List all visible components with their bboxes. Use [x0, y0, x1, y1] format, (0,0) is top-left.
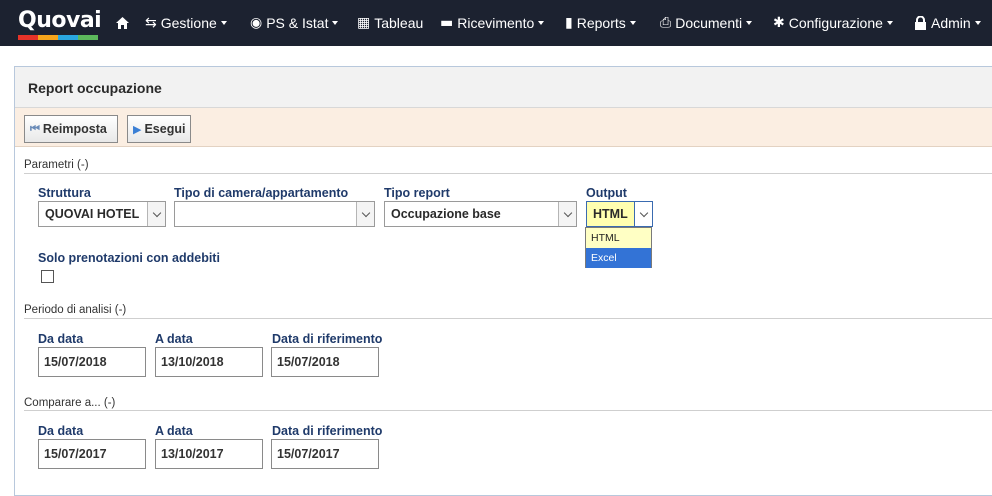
print-icon: ⎙ — [660, 15, 672, 31]
step-backward-icon: ⏮ — [30, 122, 40, 135]
output-select[interactable]: HTML — [586, 201, 653, 227]
a-data-input[interactable]: 13/10/2018 — [155, 347, 263, 377]
nav-reports-label: Reports — [576, 15, 626, 31]
eye-icon: ◉ — [250, 15, 263, 31]
caret-down-icon — [886, 21, 893, 25]
divider — [24, 173, 992, 174]
caret-down-icon — [220, 21, 227, 25]
briefcase-icon: ▬ — [440, 15, 454, 31]
chevron-down-icon — [147, 202, 165, 226]
divider — [24, 410, 992, 411]
nav-tableau[interactable]: ▦ Tableau — [357, 0, 423, 46]
nav-documenti-label: Documenti — [675, 15, 743, 31]
nav-ps-istat[interactable]: ◉ PS & Istat — [250, 0, 339, 46]
logo-bar-blue — [58, 35, 78, 40]
tipo-camera-select[interactable] — [174, 201, 375, 227]
home-button[interactable] — [115, 0, 130, 46]
chevron-down-icon — [558, 202, 576, 226]
panel-header: Report occupazione — [15, 67, 992, 108]
comp-da-data-label: Da data — [38, 424, 84, 438]
caret-down-icon — [746, 21, 753, 25]
nav-reports[interactable]: ▮ Reports — [565, 0, 636, 46]
logo-bar-orange — [38, 35, 58, 40]
bar-chart-icon: ▮ — [565, 15, 573, 31]
section-comparare[interactable]: Comparare a... (-) — [24, 397, 115, 409]
comp-da-data-input[interactable]: 15/07/2017 — [38, 439, 146, 469]
top-navbar: Quovai ⇆ Gestione ◉ PS & Istat ▦ Tableau ▬ R… — [0, 0, 992, 46]
caret-down-icon — [538, 21, 545, 25]
tipo-camera-label: Tipo di camera/appartamento — [174, 186, 349, 200]
nav-gestione-label: Gestione — [160, 15, 217, 31]
logo-text: Quovai — [18, 8, 102, 33]
comp-a-data-input[interactable]: 13/10/2017 — [155, 439, 263, 469]
nav-ps-istat-label: PS & Istat — [266, 15, 329, 31]
section-parametri[interactable]: Parametri (-) — [24, 159, 89, 171]
lock-icon — [915, 16, 926, 30]
da-data-label: Da data — [38, 332, 84, 346]
reset-button-label: Reimposta — [42, 122, 107, 136]
chevron-down-icon — [634, 202, 652, 226]
calendar-icon: ▦ — [357, 15, 371, 31]
nav-configurazione[interactable]: ✱ Configurazione — [773, 0, 893, 46]
data-riferimento-label: Data di riferimento — [272, 332, 383, 346]
struttura-select[interactable]: QUOVAI HOTEL — [38, 201, 166, 227]
struttura-value: QUOVAI HOTEL — [45, 207, 140, 221]
tipo-report-value: Occupazione base — [391, 207, 501, 221]
home-icon — [116, 17, 129, 29]
nav-ricevimento-label: Ricevimento — [457, 15, 535, 31]
toolbar: ⏮ Reimposta ▶ Esegui — [15, 108, 992, 147]
retweet-icon: ⇆ — [145, 15, 157, 31]
struttura-label: Struttura — [38, 186, 91, 200]
divider — [24, 318, 992, 319]
nav-tableau-label: Tableau — [374, 15, 424, 31]
output-dropdown-list: HTML Excel — [585, 227, 652, 268]
solo-prenotazioni-label: Solo prenotazioni con addebiti — [38, 251, 220, 265]
nav-gestione[interactable]: ⇆ Gestione — [145, 0, 227, 46]
nav-configurazione-label: Configurazione — [788, 15, 883, 31]
comp-a-data-label: A data — [155, 424, 193, 438]
caret-down-icon — [332, 21, 339, 25]
tipo-report-select[interactable]: Occupazione base — [384, 201, 577, 227]
solo-prenotazioni-checkbox[interactable] — [41, 270, 54, 283]
page-title: Report occupazione — [28, 80, 162, 96]
comp-data-riferimento-input[interactable]: 15/07/2017 — [271, 439, 379, 469]
section-periodo[interactable]: Periodo di analisi (-) — [24, 304, 126, 316]
a-data-label: A data — [155, 332, 193, 346]
comp-data-riferimento-label: Data di riferimento — [272, 424, 383, 438]
run-button-label: Esegui — [144, 122, 186, 136]
output-value: HTML — [593, 207, 628, 221]
gear-icon: ✱ — [773, 15, 785, 31]
nav-ricevimento[interactable]: ▬ Ricevimento — [440, 0, 545, 46]
data-riferimento-input[interactable]: 15/07/2018 — [271, 347, 379, 377]
nav-documenti[interactable]: ⎙ Documenti — [660, 0, 753, 46]
caret-down-icon — [974, 21, 981, 25]
output-label: Output — [586, 186, 627, 200]
chevron-down-icon — [356, 202, 374, 226]
play-icon: ▶ — [133, 122, 142, 136]
output-option-html[interactable]: HTML — [586, 228, 651, 248]
run-button[interactable]: ▶ Esegui — [127, 115, 191, 143]
da-data-input[interactable]: 15/07/2018 — [38, 347, 146, 377]
tipo-report-label: Tipo report — [384, 186, 450, 200]
nav-admin-label: Admin — [931, 15, 971, 31]
nav-admin[interactable]: Admin — [914, 0, 981, 46]
logo-bar-green — [78, 35, 98, 40]
logo-bar-red — [18, 35, 38, 40]
reset-button[interactable]: ⏮ Reimposta — [24, 115, 118, 143]
output-option-excel[interactable]: Excel — [586, 248, 651, 268]
quovai-logo[interactable]: Quovai — [14, 8, 102, 40]
caret-down-icon — [629, 21, 636, 25]
